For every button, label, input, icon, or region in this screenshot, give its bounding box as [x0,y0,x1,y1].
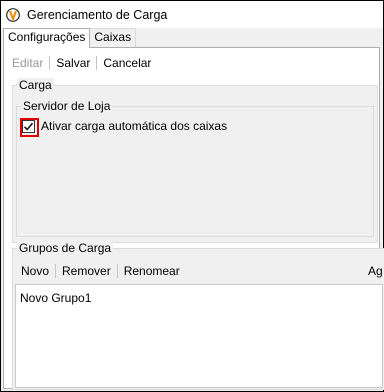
app-logo-icon [6,7,20,22]
tab-configuracoes[interactable]: Configurações [3,28,91,48]
main-toolbar: Editar Salvar Cancelar [8,52,155,74]
toolbar-separator [49,56,51,70]
toolbar-separator [55,264,57,278]
list-item[interactable]: Novo Grupo1 [20,291,91,305]
truncated-toolbar-button[interactable]: Ag [368,261,384,281]
groups-listbox[interactable]: Novo Grupo1 [15,284,383,388]
client-area: Configurações Caixas Editar Salvar Cance… [1,28,384,391]
cancel-button[interactable]: Cancelar [99,56,155,70]
grupos-de-carga-groupbox: Grupos de Carga Novo Remover Renomear Ag… [12,241,384,390]
carga-groupbox: Carga Servidor de Loja Ativar carga auto… [12,78,378,243]
servidor-group-title: Servidor de Loja [21,99,113,113]
window: Gerenciamento de Carga Configurações Cai… [0,0,384,392]
auto-load-checkbox-label[interactable]: Ativar carga automática dos caixas [41,119,227,133]
rename-group-button[interactable]: Renomear [120,264,184,278]
toolbar-separator [96,56,98,70]
auto-load-checkbox[interactable] [20,117,39,137]
toolbar-separator [116,264,118,278]
remove-group-button[interactable]: Remover [58,264,115,278]
auto-load-checkbox-row[interactable]: Ativar carga automática dos caixas [20,117,227,137]
title-bar: Gerenciamento de Carga [1,1,383,28]
new-group-button[interactable]: Novo [17,264,53,278]
servidor-de-loja-groupbox: Servidor de Loja Ativar carga automática… [16,99,374,237]
tab-panel-configuracoes: Editar Salvar Cancelar Carga Servidor de… [3,47,384,390]
tab-strip: Configurações Caixas [3,28,137,48]
edit-button[interactable]: Editar [8,56,47,70]
carga-group-title: Carga [17,78,54,92]
window-title: Gerenciamento de Carga [27,7,168,22]
tab-caixas[interactable]: Caixas [89,28,137,47]
save-button[interactable]: Salvar [52,56,94,70]
checkmark-icon [23,122,34,131]
grupos-group-title: Grupos de Carga [17,241,114,255]
grupos-toolbar: Novo Remover Renomear [17,261,184,281]
